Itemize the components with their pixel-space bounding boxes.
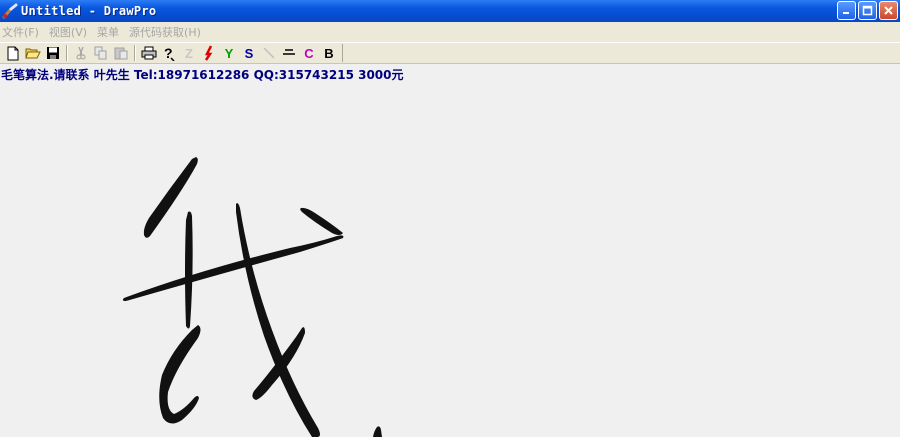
- brush-stroke: [185, 211, 193, 329]
- brush-stroke: [122, 235, 344, 301]
- brush-stroke: [373, 426, 382, 437]
- brush-stroke: [300, 207, 343, 235]
- brush-stroke: [159, 325, 201, 424]
- brush-stroke: [252, 327, 305, 400]
- brush-strokes: [122, 157, 382, 437]
- brush-stroke: [236, 203, 320, 437]
